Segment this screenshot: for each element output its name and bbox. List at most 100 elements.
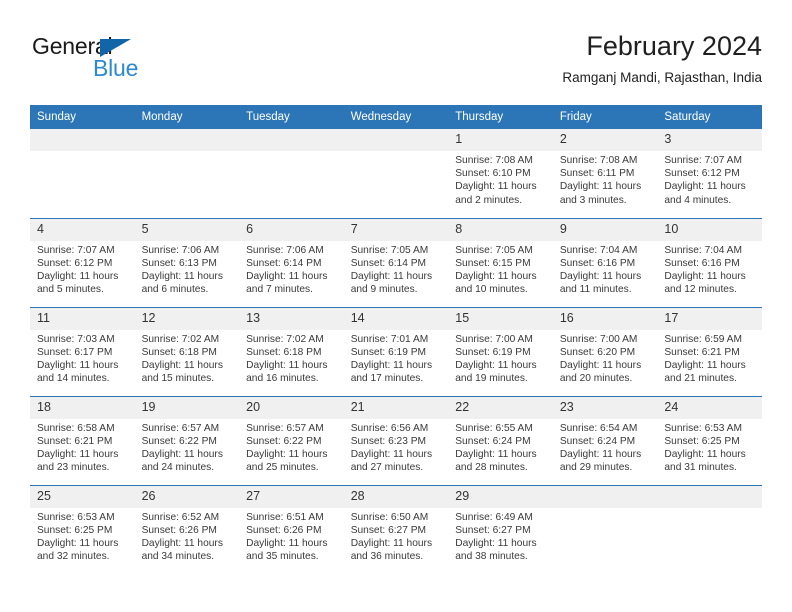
day-number: 27 xyxy=(239,485,344,508)
day-cell-inner: 5 Sunrise: 7:06 AM Sunset: 6:13 PM Daylight… xyxy=(134,218,240,307)
day-number: 29 xyxy=(448,485,553,508)
day-details: Sunrise: 7:08 AM Sunset: 6:10 PM Daylight:… xyxy=(448,151,553,207)
sunrise-text: Sunrise: 7:07 AM xyxy=(664,155,742,166)
calendar-day-cell[interactable]: 22 Sunrise: 6:55 AM Sunset: 6:24 PM Dayligh… xyxy=(448,395,553,485)
daylight-text-line2: and 38 minutes. xyxy=(455,551,528,563)
day-cell-inner: 7 Sunrise: 7:05 AM Sunset: 6:14 PM Daylight… xyxy=(343,218,449,307)
sunset-text: Sunset: 6:23 PM xyxy=(350,435,427,447)
day-number: 23 xyxy=(552,396,658,419)
day-number: 6 xyxy=(239,218,344,241)
day-cell-inner: 24 Sunrise: 6:53 AM Sunset: 6:25 PM Dayligh… xyxy=(657,396,762,485)
calendar-day-cell[interactable]: 13 Sunrise: 7:02 AM Sunset: 6:18 PM Dayligh… xyxy=(239,306,344,396)
calendar-day-cell[interactable]: 5 Sunrise: 7:06 AM Sunset: 6:13 PM Daylight… xyxy=(134,217,240,307)
day-details: Sunrise: 7:07 AM Sunset: 6:12 PM Daylight:… xyxy=(30,241,135,297)
calendar-day-cell[interactable]: 20 Sunrise: 6:57 AM Sunset: 6:22 PM Dayligh… xyxy=(239,395,344,485)
calendar-day-cell[interactable]: 3 Sunrise: 7:07 AM Sunset: 6:12 PM Daylight… xyxy=(657,129,762,218)
sunset-text: Sunset: 6:22 PM xyxy=(246,435,322,447)
calendar-day-cell[interactable]: 27 Sunrise: 6:51 AM Sunset: 6:26 PM Dayligh… xyxy=(239,484,344,574)
day-cell-inner xyxy=(134,129,240,218)
day-cell-inner: 20 Sunrise: 6:57 AM Sunset: 6:22 PM Dayligh… xyxy=(239,396,344,485)
calendar-day-cell[interactable]: 17 Sunrise: 6:59 AM Sunset: 6:21 PM Dayligh… xyxy=(657,306,762,396)
daylight-text-line1: Daylight: 11 hours xyxy=(350,359,433,371)
calendar-day-cell[interactable]: 19 Sunrise: 6:57 AM Sunset: 6:22 PM Dayligh… xyxy=(134,395,240,485)
calendar-day-cell[interactable]: 26 Sunrise: 6:52 AM Sunset: 6:26 PM Dayligh… xyxy=(134,484,240,574)
day-number: 5 xyxy=(134,218,240,241)
daylight-text-line1: Daylight: 11 hours xyxy=(37,359,119,371)
day-number: 19 xyxy=(134,396,240,419)
day-number: 13 xyxy=(239,307,344,330)
daylight-text-line1: Daylight: 11 hours xyxy=(141,359,223,371)
page-header: General Blue February 2024 Ramganj Mandi… xyxy=(30,30,762,98)
brand-name-blue: Blue xyxy=(93,55,139,81)
calendar-day-cell[interactable]: 28 Sunrise: 6:50 AM Sunset: 6:27 PM Dayligh… xyxy=(343,484,449,574)
calendar-day-cell[interactable]: 2 Sunrise: 7:08 AM Sunset: 6:11 PM Daylight… xyxy=(552,129,658,218)
calendar-day-cell[interactable]: 9 Sunrise: 7:04 AM Sunset: 6:16 PM Daylight… xyxy=(552,217,658,307)
day-details: Sunrise: 6:57 AM Sunset: 6:22 PM Daylight:… xyxy=(239,419,344,475)
calendar-day-cell[interactable]: 6 Sunrise: 7:06 AM Sunset: 6:14 PM Daylight… xyxy=(239,217,344,307)
calendar-day-cell[interactable]: 16 Sunrise: 7:00 AM Sunset: 6:20 PM Dayligh… xyxy=(552,306,658,396)
daylight-text-line1: Daylight: 11 hours xyxy=(350,270,433,282)
day-details: Sunrise: 7:00 AM Sunset: 6:19 PM Daylight:… xyxy=(448,330,553,386)
day-number: 4 xyxy=(30,218,135,241)
day-number: 2 xyxy=(552,129,658,151)
brand-logo[interactable]: General Blue xyxy=(32,34,242,92)
daylight-text-line2: and 35 minutes. xyxy=(246,551,319,563)
daylight-text-line2: and 12 minutes. xyxy=(664,284,737,296)
daylight-text-line2: and 3 minutes. xyxy=(559,194,627,206)
sunrise-text: Sunrise: 7:00 AM xyxy=(559,333,638,345)
calendar-cell-empty xyxy=(30,129,135,218)
daylight-text-line1: Daylight: 11 hours xyxy=(664,448,746,460)
daylight-text-line2: and 19 minutes. xyxy=(455,373,528,385)
calendar-day-cell[interactable]: 10 Sunrise: 7:04 AM Sunset: 6:16 PM Dayligh… xyxy=(657,217,762,307)
day-number: 8 xyxy=(448,218,553,241)
calendar-day-cell[interactable]: 15 Sunrise: 7:00 AM Sunset: 6:19 PM Dayligh… xyxy=(448,306,553,396)
sunrise-text: Sunrise: 7:02 AM xyxy=(141,333,220,345)
calendar-day-cell[interactable]: 7 Sunrise: 7:05 AM Sunset: 6:14 PM Daylight… xyxy=(343,217,449,307)
day-number: 15 xyxy=(448,307,553,330)
daylight-text-line1: Daylight: 11 hours xyxy=(455,359,537,371)
day-details: Sunrise: 7:02 AM Sunset: 6:18 PM Daylight:… xyxy=(239,330,344,386)
daylight-text-line1: Daylight: 11 hours xyxy=(455,181,537,193)
sunrise-text: Sunrise: 6:57 AM xyxy=(141,422,220,434)
sunset-text: Sunset: 6:12 PM xyxy=(37,257,113,269)
calendar-day-cell[interactable]: 4 Sunrise: 7:07 AM Sunset: 6:12 PM Daylight… xyxy=(30,217,135,307)
calendar-day-cell[interactable]: 29 Sunrise: 6:49 AM Sunset: 6:27 PM Dayligh… xyxy=(448,484,553,574)
calendar-cell-empty xyxy=(657,484,762,574)
sunrise-text: Sunrise: 6:51 AM xyxy=(246,511,324,523)
calendar-day-cell[interactable]: 11 Sunrise: 7:03 AM Sunset: 6:17 PM Dayligh… xyxy=(30,306,135,396)
daylight-text-line1: Daylight: 11 hours xyxy=(455,270,537,282)
calendar-day-cell[interactable]: 12 Sunrise: 7:02 AM Sunset: 6:18 PM Dayligh… xyxy=(134,306,240,396)
sunset-text: Sunset: 6:14 PM xyxy=(350,257,427,269)
calendar-week-row: 11 Sunrise: 7:03 AM Sunset: 6:17 PM Dayligh… xyxy=(30,306,762,396)
calendar-cell-empty xyxy=(239,129,344,218)
sunset-text: Sunset: 6:18 PM xyxy=(141,346,217,358)
calendar-day-cell[interactable]: 14 Sunrise: 7:01 AM Sunset: 6:19 PM Dayligh… xyxy=(343,306,449,396)
calendar-day-cell[interactable]: 21 Sunrise: 6:56 AM Sunset: 6:23 PM Dayligh… xyxy=(343,395,449,485)
sunset-text: Sunset: 6:19 PM xyxy=(455,346,531,358)
daylight-text-line2: and 7 minutes. xyxy=(246,284,313,296)
calendar-day-cell[interactable]: 18 Sunrise: 6:58 AM Sunset: 6:21 PM Dayligh… xyxy=(30,395,135,485)
calendar-day-cell[interactable]: 1 Sunrise: 7:08 AM Sunset: 6:10 PM Daylight… xyxy=(448,129,553,218)
daylight-text-line1: Daylight: 11 hours xyxy=(559,359,642,371)
day-details: Sunrise: 6:58 AM Sunset: 6:21 PM Daylight:… xyxy=(30,419,135,475)
daylight-text-line1: Daylight: 11 hours xyxy=(246,270,328,282)
day-cell-inner: 8 Sunrise: 7:05 AM Sunset: 6:15 PM Daylight… xyxy=(448,218,553,307)
day-cell-inner xyxy=(552,485,658,575)
day-cell-inner: 15 Sunrise: 7:00 AM Sunset: 6:19 PM Dayligh… xyxy=(448,307,553,396)
weekday-header-saturday: Saturday xyxy=(657,105,762,129)
calendar-day-cell[interactable]: 24 Sunrise: 6:53 AM Sunset: 6:25 PM Dayligh… xyxy=(657,395,762,485)
day-number: 11 xyxy=(30,307,135,330)
daylight-text-line1: Daylight: 11 hours xyxy=(559,181,642,193)
calendar-week-row: 25 Sunrise: 6:53 AM Sunset: 6:25 PM Dayligh… xyxy=(30,484,762,575)
daylight-text-line2: and 29 minutes. xyxy=(559,462,633,474)
day-cell-inner: 16 Sunrise: 7:00 AM Sunset: 6:20 PM Dayligh… xyxy=(552,307,658,396)
sunset-text: Sunset: 6:13 PM xyxy=(141,257,217,269)
day-details: Sunrise: 7:00 AM Sunset: 6:20 PM Daylight:… xyxy=(553,330,658,386)
calendar-day-cell[interactable]: 23 Sunrise: 6:54 AM Sunset: 6:24 PM Dayligh… xyxy=(552,395,658,485)
calendar-day-cell[interactable]: 25 Sunrise: 6:53 AM Sunset: 6:25 PM Dayligh… xyxy=(30,484,135,574)
weekday-header-thursday: Thursday xyxy=(448,105,553,129)
day-cell-inner: 12 Sunrise: 7:02 AM Sunset: 6:18 PM Dayligh… xyxy=(134,307,240,396)
calendar-day-cell[interactable]: 8 Sunrise: 7:05 AM Sunset: 6:15 PM Daylight… xyxy=(448,217,553,307)
daylight-text-line1: Daylight: 11 hours xyxy=(664,270,746,282)
sunrise-text: Sunrise: 7:03 AM xyxy=(37,333,115,345)
